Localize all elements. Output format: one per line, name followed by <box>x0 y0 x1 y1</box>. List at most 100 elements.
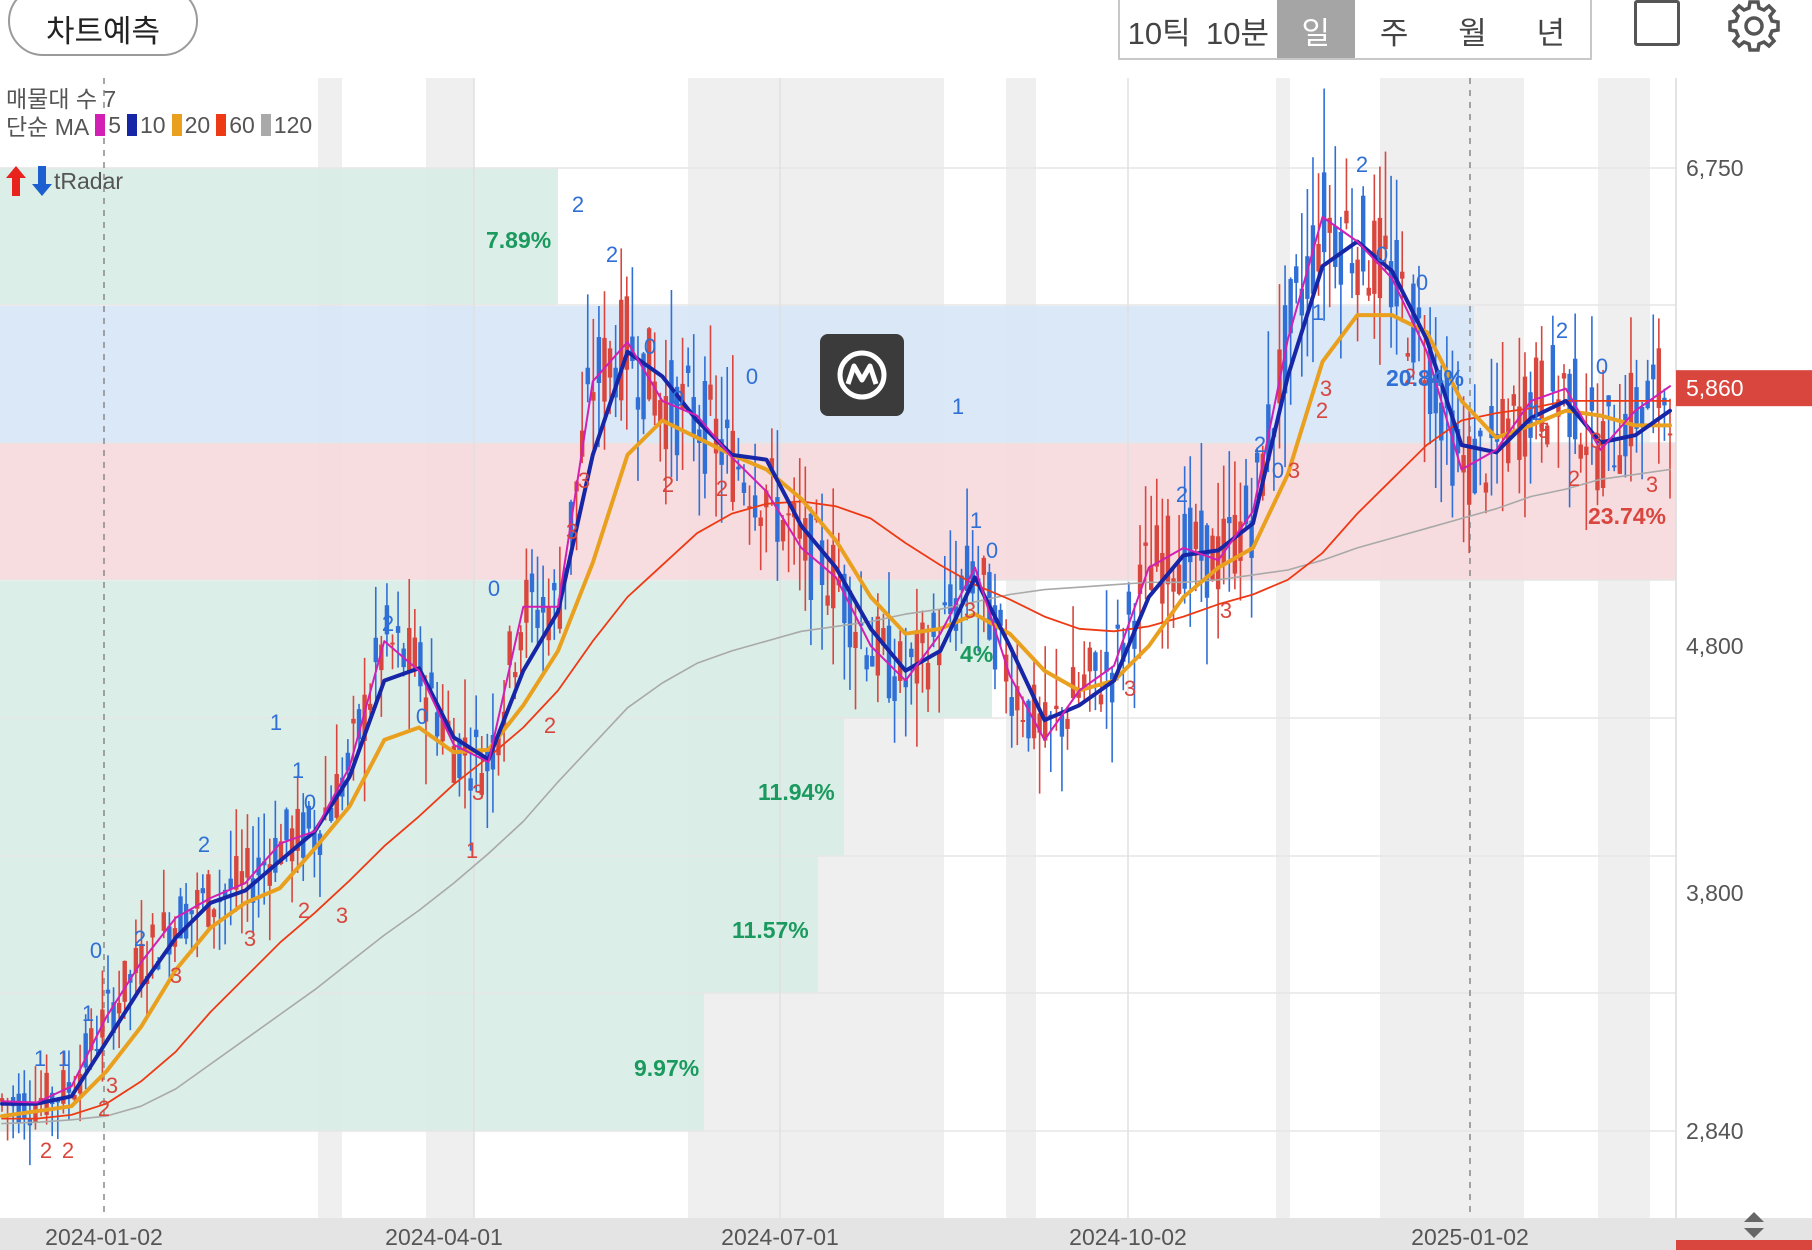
candle-body <box>864 655 869 670</box>
candle-body <box>1667 433 1673 436</box>
candle-body <box>284 809 289 841</box>
signal-marker: 2 <box>572 192 584 217</box>
volume-zone <box>0 718 844 856</box>
candle-body <box>1550 345 1556 392</box>
ma5-label: 5 <box>108 111 122 138</box>
candle-body <box>708 384 713 400</box>
candle-body <box>1338 231 1344 285</box>
candle-body <box>390 642 395 645</box>
period-week-button[interactable]: 주 <box>1355 0 1433 58</box>
candle-body <box>457 738 462 779</box>
candle-body <box>825 595 830 606</box>
tradar-legend: tRadar <box>4 164 123 198</box>
signal-marker: 1 <box>58 1046 70 1071</box>
ma60-swatch <box>216 114 227 136</box>
candle-body <box>1193 521 1199 550</box>
candle-body <box>1215 536 1221 590</box>
signal-marker: 3 <box>170 963 182 988</box>
signal-marker: 2 <box>98 1096 110 1121</box>
candle-body <box>234 856 239 890</box>
signal-marker: 2 <box>134 926 146 951</box>
ma60-label: 60 <box>229 111 255 138</box>
candle-body <box>1104 651 1109 672</box>
candle-body <box>1227 516 1232 524</box>
candle-body <box>730 430 735 502</box>
period-month-button[interactable]: 월 <box>1433 0 1511 58</box>
price-chart[interactable]: 1122102323231102320310232320022011033232… <box>0 78 1812 1250</box>
candle-body <box>875 616 881 676</box>
candle-body <box>931 612 936 637</box>
top-toolbar: 차트예측 10틱 10분 일 주 월 년 <box>0 0 1812 78</box>
signal-marker: 2 <box>544 713 556 738</box>
candle-body <box>909 648 914 658</box>
time-tick-label: 2024-01-02 <box>45 1224 163 1250</box>
signal-marker: 2 <box>606 242 618 267</box>
candle-body <box>1360 195 1366 272</box>
signal-marker: 3 <box>1220 598 1232 623</box>
candle-body <box>407 627 412 673</box>
chart-forecast-button[interactable]: 차트예측 <box>8 0 198 56</box>
ma20-swatch <box>171 114 182 136</box>
time-tick-label: 2025-01-02 <box>1411 1224 1529 1250</box>
candle-body <box>736 466 741 470</box>
candle-body <box>1093 652 1098 671</box>
candle-body <box>1500 398 1505 436</box>
candle-body <box>122 960 127 1002</box>
candle-body <box>1232 514 1238 574</box>
session-band <box>1598 78 1650 1218</box>
candle-body <box>351 718 356 724</box>
session-band <box>1276 78 1290 1218</box>
candle-body <box>1584 446 1589 456</box>
gear-icon[interactable] <box>1726 0 1782 54</box>
candle-body <box>540 596 546 613</box>
candle-body <box>1176 564 1182 594</box>
candle-body <box>434 712 440 737</box>
signal-marker: 2 <box>1254 432 1266 457</box>
time-tick-label: 2024-07-01 <box>721 1224 839 1250</box>
period-10min-button[interactable]: 10분 <box>1198 0 1276 58</box>
volume-zone <box>0 306 1474 443</box>
signal-marker: 3 <box>578 468 590 493</box>
candle-body <box>473 729 479 738</box>
last-price-label: 5,860 <box>1686 375 1744 401</box>
signal-marker: 2 <box>1556 318 1568 343</box>
time-axis-bg <box>0 1218 1812 1250</box>
signal-marker: 1 <box>1312 300 1324 325</box>
candlestick-chart[interactable]: 1 12 2102323231102 32031023232002 2011033232… <box>0 78 1812 1250</box>
ma10-label: 10 <box>140 111 166 138</box>
period-day-button[interactable]: 일 <box>1276 0 1355 58</box>
signal-marker: 0 <box>1376 242 1388 267</box>
signal-marker: 1 <box>82 1001 94 1026</box>
candle-body <box>892 676 897 702</box>
signal-marker: 0 <box>1596 354 1608 379</box>
period-year-button[interactable]: 년 <box>1512 0 1590 58</box>
candle-body <box>1612 465 1617 468</box>
signal-marker: 0 <box>644 334 656 359</box>
up-down-arrows-icon <box>6 166 52 196</box>
candle-body <box>289 828 295 862</box>
candle-body <box>1366 287 1371 296</box>
candle-body <box>245 847 250 878</box>
candle-body <box>1478 430 1483 437</box>
candle-body <box>1115 624 1120 629</box>
signal-marker: 2 <box>1356 152 1368 177</box>
zone-pct-label: 7.89% <box>486 227 551 253</box>
candle-body <box>1400 271 1405 279</box>
period-10tick-button[interactable]: 10틱 <box>1120 0 1198 58</box>
time-tick-label: 2024-04-01 <box>385 1224 503 1250</box>
candle-body <box>847 590 853 648</box>
candle-body <box>211 909 217 918</box>
price-tick-label: 3,800 <box>1686 880 1744 906</box>
candle-body <box>1522 376 1528 457</box>
candle-body <box>1483 482 1489 493</box>
signal-marker: 0 <box>90 938 102 963</box>
candle-body <box>1321 172 1327 253</box>
fullscreen-icon[interactable] <box>1634 0 1680 46</box>
candle-body <box>1355 259 1360 296</box>
candle-body <box>870 655 875 667</box>
time-tick-label: 2024-10-02 <box>1069 1224 1187 1250</box>
candle-body <box>803 518 808 561</box>
ma-legend-label: 단순 MA <box>6 114 90 140</box>
signal-marker: 0 <box>416 704 428 729</box>
tradar-label: tRadar <box>54 167 124 194</box>
